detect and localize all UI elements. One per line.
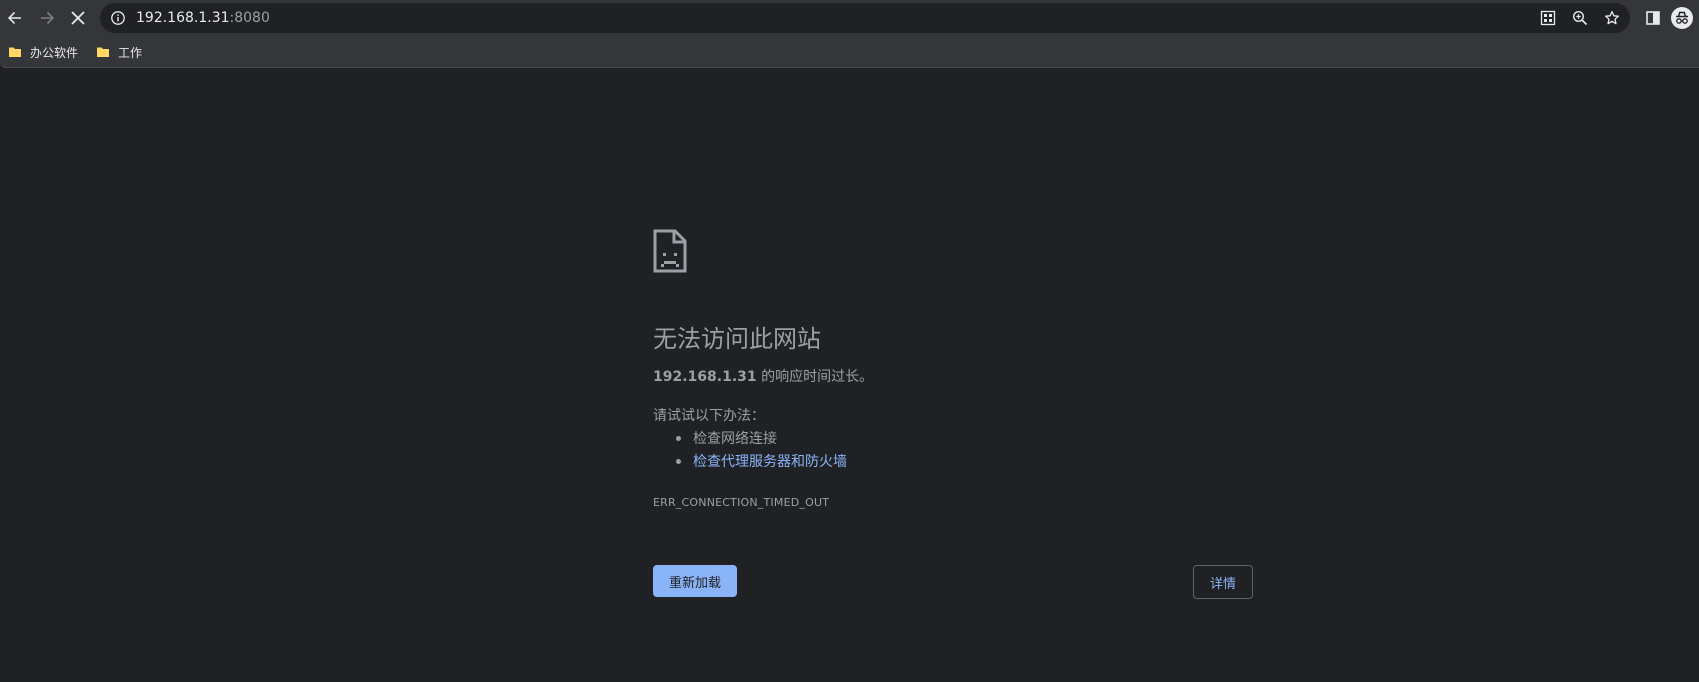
qr-code-icon[interactable] xyxy=(1538,8,1558,28)
zoom-icon[interactable] xyxy=(1570,8,1590,28)
check-proxy-firewall-link[interactable]: 检查代理服务器和防火墙 xyxy=(693,451,847,471)
back-button[interactable] xyxy=(1,4,29,32)
side-panel-icon[interactable] xyxy=(1641,6,1665,30)
folder-icon xyxy=(9,47,21,57)
back-arrow-icon xyxy=(8,11,21,24)
sad-page-icon xyxy=(653,229,687,273)
incognito-icon[interactable] xyxy=(1670,6,1694,30)
bookmark-folder-work[interactable]: 工作 xyxy=(96,42,142,62)
url-host: 192.168.1.31 xyxy=(136,10,230,26)
browser-toolbar: 192.168.1.31:8080 xyxy=(0,0,1699,36)
bullet xyxy=(676,435,681,441)
suggestion-item: 检查网络连接 xyxy=(676,428,777,448)
url-text[interactable]: 192.168.1.31:8080 xyxy=(136,3,270,33)
suggestion-item: 检查代理服务器和防火墙 xyxy=(676,451,847,471)
bookmark-label: 工作 xyxy=(118,45,143,60)
suggestions-label: 请试试以下办法： xyxy=(653,408,765,424)
stop-loading-button[interactable] xyxy=(64,4,92,32)
bookmarks-bar: 办公软件 工作 xyxy=(0,36,1699,68)
forward-button[interactable] xyxy=(33,4,61,32)
url-port: :8080 xyxy=(229,10,270,26)
error-message-suffix: 的响应时间过长。 xyxy=(756,369,874,385)
folder-icon xyxy=(97,47,109,57)
bookmark-folder-office-software[interactable]: 办公软件 xyxy=(8,42,78,62)
info-icon[interactable] xyxy=(110,10,126,26)
error-page: 无法访问此网站 192.168.1.31 的响应时间过长。 请试试以下办法： 检… xyxy=(0,69,1699,682)
error-code: ERR_CONNECTION_TIMED_OUT xyxy=(653,496,830,509)
star-icon[interactable] xyxy=(1602,8,1622,28)
stop-loading-icon xyxy=(71,11,85,25)
forward-arrow-icon xyxy=(41,11,54,24)
bookmark-label: 办公软件 xyxy=(30,45,79,60)
address-bar[interactable]: 192.168.1.31:8080 xyxy=(100,3,1630,33)
error-title: 无法访问此网站 xyxy=(653,325,821,353)
suggestion-text: 检查网络连接 xyxy=(693,431,777,447)
bullet xyxy=(676,458,681,464)
error-message: 192.168.1.31 的响应时间过长。 xyxy=(653,366,873,386)
error-host: 192.168.1.31 xyxy=(653,369,757,385)
reload-button[interactable]: 重新加载 xyxy=(653,565,737,597)
details-button[interactable]: 详情 xyxy=(1193,565,1253,599)
